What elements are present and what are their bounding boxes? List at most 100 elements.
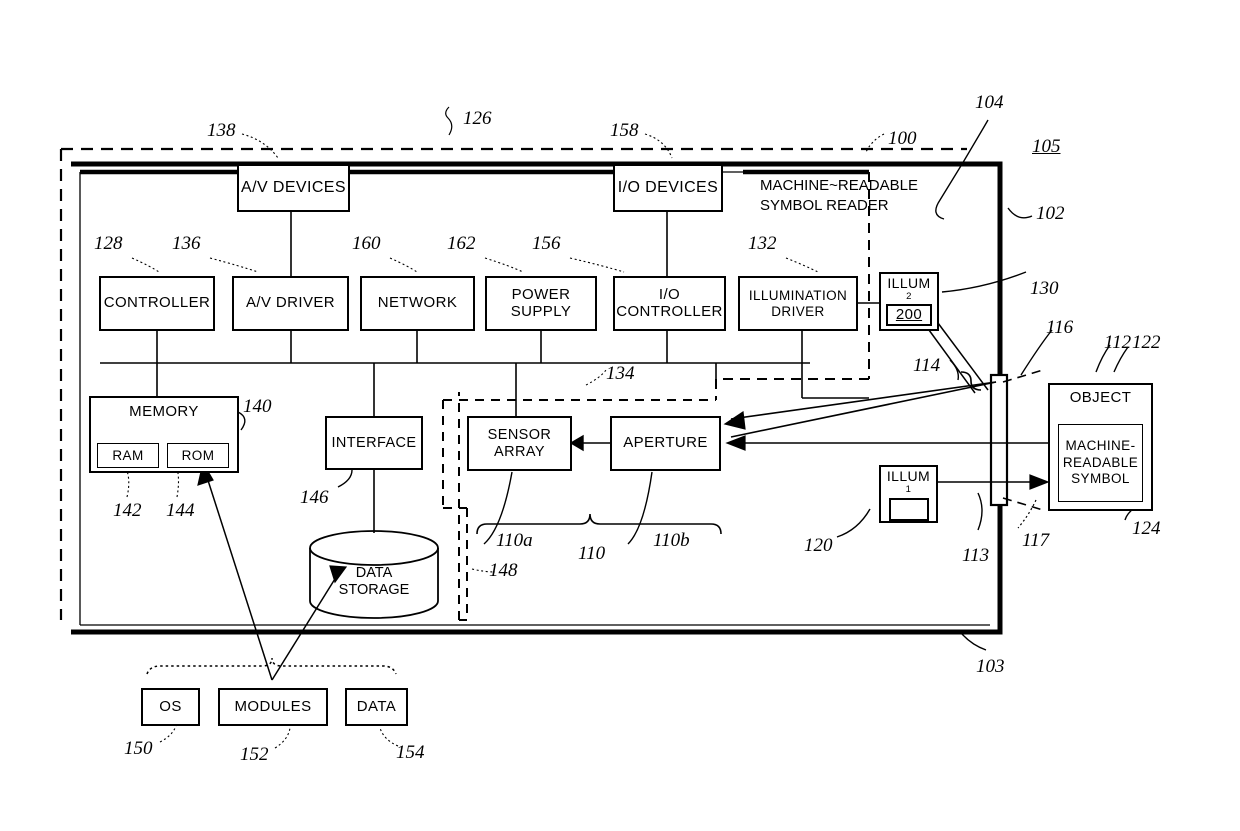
ref-122: 122 bbox=[1132, 332, 1161, 353]
block-data[interactable]: DATA bbox=[345, 688, 408, 726]
leader-134 bbox=[585, 369, 607, 386]
leader-117 bbox=[1017, 499, 1037, 529]
block-sensor-array-label-line2: ARRAY bbox=[494, 443, 545, 460]
block-illum2-label: ILLUM 2 bbox=[887, 275, 931, 302]
ref-132: 132 bbox=[748, 233, 777, 254]
figure-number-105: 105 bbox=[1032, 136, 1061, 157]
block-os[interactable]: OS bbox=[141, 688, 200, 726]
ray-illum2-a bbox=[931, 314, 989, 391]
ref-152: 152 bbox=[240, 744, 269, 765]
ref-124: 124 bbox=[1132, 518, 1161, 539]
block-os-label: OS bbox=[159, 697, 182, 715]
ref-116: 116 bbox=[1046, 317, 1074, 338]
ray-fov-lower bbox=[730, 381, 997, 438]
ref-144: 144 bbox=[166, 500, 195, 521]
block-av-driver-label: A/V DRIVER bbox=[245, 294, 336, 312]
ref-134: 134 bbox=[606, 363, 635, 384]
aperture-to-sensor-arrowhead bbox=[569, 434, 584, 452]
block-aperture-label: APERTURE bbox=[623, 434, 708, 452]
leader-162 bbox=[484, 257, 524, 273]
leader-126 bbox=[445, 106, 453, 136]
block-illumination-driver-label-line2: DRIVER bbox=[771, 303, 825, 319]
mrs-label-line2: READABLE bbox=[1062, 454, 1139, 470]
block-rom[interactable]: ROM bbox=[167, 443, 229, 468]
illum1-emitter-icon bbox=[888, 498, 929, 521]
block-data-label: DATA bbox=[356, 697, 397, 715]
block-illum1-label: ILLUM 1 bbox=[886, 468, 931, 495]
block-object-label: OBJECT bbox=[1069, 389, 1132, 406]
ray-fov-upper bbox=[730, 381, 997, 420]
leader-128 bbox=[131, 257, 160, 273]
block-illum2[interactable]: ILLUM 2 200 bbox=[879, 272, 939, 331]
storage-cylinder-top bbox=[309, 530, 439, 566]
leader-114 bbox=[949, 359, 960, 381]
block-io-devices-label: I/O DEVICES bbox=[617, 179, 719, 197]
ray-object-arrowhead bbox=[725, 435, 746, 451]
window-116 bbox=[989, 373, 1009, 507]
leader-120 bbox=[836, 508, 871, 538]
block-av-driver[interactable]: A/V DRIVER bbox=[232, 276, 349, 331]
block-controller-label: CONTROLLER bbox=[103, 294, 211, 312]
block-interface[interactable]: INTERFACE bbox=[325, 416, 423, 470]
block-controller[interactable]: CONTROLLER bbox=[99, 276, 215, 331]
device-title: MACHINE~READABLE SYMBOL READER bbox=[760, 177, 918, 215]
leader-113 bbox=[977, 492, 983, 531]
ref-158: 158 bbox=[610, 120, 639, 141]
block-rom-label: ROM bbox=[181, 447, 215, 463]
leader-152 bbox=[274, 727, 291, 749]
block-sensor-array-label-line1: SENSOR bbox=[487, 427, 552, 444]
block-ram[interactable]: RAM bbox=[97, 443, 159, 468]
ref-120: 120 bbox=[804, 535, 833, 556]
ref-113: 113 bbox=[962, 545, 990, 566]
ref-148: 148 bbox=[489, 560, 518, 581]
ray-117-dashed bbox=[1002, 497, 1044, 511]
storage-cylinder-bottom bbox=[309, 600, 439, 619]
leader-104 bbox=[935, 119, 989, 220]
block-modules[interactable]: MODULES bbox=[218, 688, 328, 726]
leader-146 bbox=[337, 469, 353, 488]
ray-fov-arrowhead bbox=[723, 410, 746, 430]
leader-130 bbox=[941, 271, 1027, 293]
ref-103: 103 bbox=[976, 656, 1005, 677]
block-power-supply[interactable]: POWER SUPPLY bbox=[485, 276, 597, 331]
ref-110b: 110b bbox=[653, 530, 690, 551]
ref-102: 102 bbox=[1036, 203, 1065, 224]
block-av-devices-label: A/V DEVICES bbox=[241, 179, 346, 197]
leader-150 bbox=[159, 725, 177, 743]
block-aperture[interactable]: APERTURE bbox=[610, 416, 721, 471]
ref-126: 126 bbox=[463, 108, 492, 129]
block-illum1[interactable]: ILLUM 1 bbox=[879, 465, 938, 523]
leader-136 bbox=[209, 257, 259, 273]
ref-110: 110 bbox=[578, 543, 606, 564]
ray-illum1-arrowhead bbox=[1029, 474, 1050, 490]
block-illum2-value: 200 bbox=[885, 304, 933, 327]
block-illumination-driver-label-line1: ILLUMINATION bbox=[748, 288, 848, 304]
leader-138 bbox=[241, 133, 279, 159]
block-machine-readable-symbol[interactable]: MACHINE- READABLE SYMBOL bbox=[1058, 424, 1143, 502]
mrsr-boundary-foot bbox=[715, 378, 869, 400]
leader-103 bbox=[961, 633, 987, 651]
leader-156 bbox=[569, 257, 625, 273]
ref-130: 130 bbox=[1030, 278, 1059, 299]
ref-156: 156 bbox=[532, 233, 561, 254]
ref-138: 138 bbox=[207, 120, 236, 141]
block-io-devices[interactable]: I/O DEVICES bbox=[613, 164, 723, 212]
block-power-supply-label-line2: SUPPLY bbox=[510, 302, 572, 320]
ref-140: 140 bbox=[243, 396, 272, 417]
patent-figure: A/V DEVICES I/O DEVICES CONTROLLER A/V D… bbox=[0, 0, 1240, 831]
block-sensor-array[interactable]: SENSOR ARRAY bbox=[467, 416, 572, 471]
block-io-controller[interactable]: I/O CONTROLLER bbox=[613, 276, 726, 331]
leader-158 bbox=[644, 133, 673, 159]
block-av-devices[interactable]: A/V DEVICES bbox=[237, 164, 350, 212]
block-network[interactable]: NETWORK bbox=[360, 276, 475, 331]
mrs-label-line1: MACHINE- bbox=[1065, 437, 1136, 453]
block-ram-label: RAM bbox=[112, 447, 144, 463]
block-memory-label: MEMORY bbox=[129, 403, 199, 420]
block-illumination-driver[interactable]: ILLUMINATION DRIVER bbox=[738, 276, 858, 331]
block-data-storage-label: DATA STORAGE bbox=[338, 565, 410, 598]
ref-104: 104 bbox=[975, 92, 1004, 113]
brace-software-group bbox=[146, 657, 397, 675]
block-power-supply-label-line1: POWER bbox=[511, 285, 571, 303]
ref-114: 114 bbox=[913, 355, 941, 376]
arrow-to-rom bbox=[204, 470, 273, 681]
